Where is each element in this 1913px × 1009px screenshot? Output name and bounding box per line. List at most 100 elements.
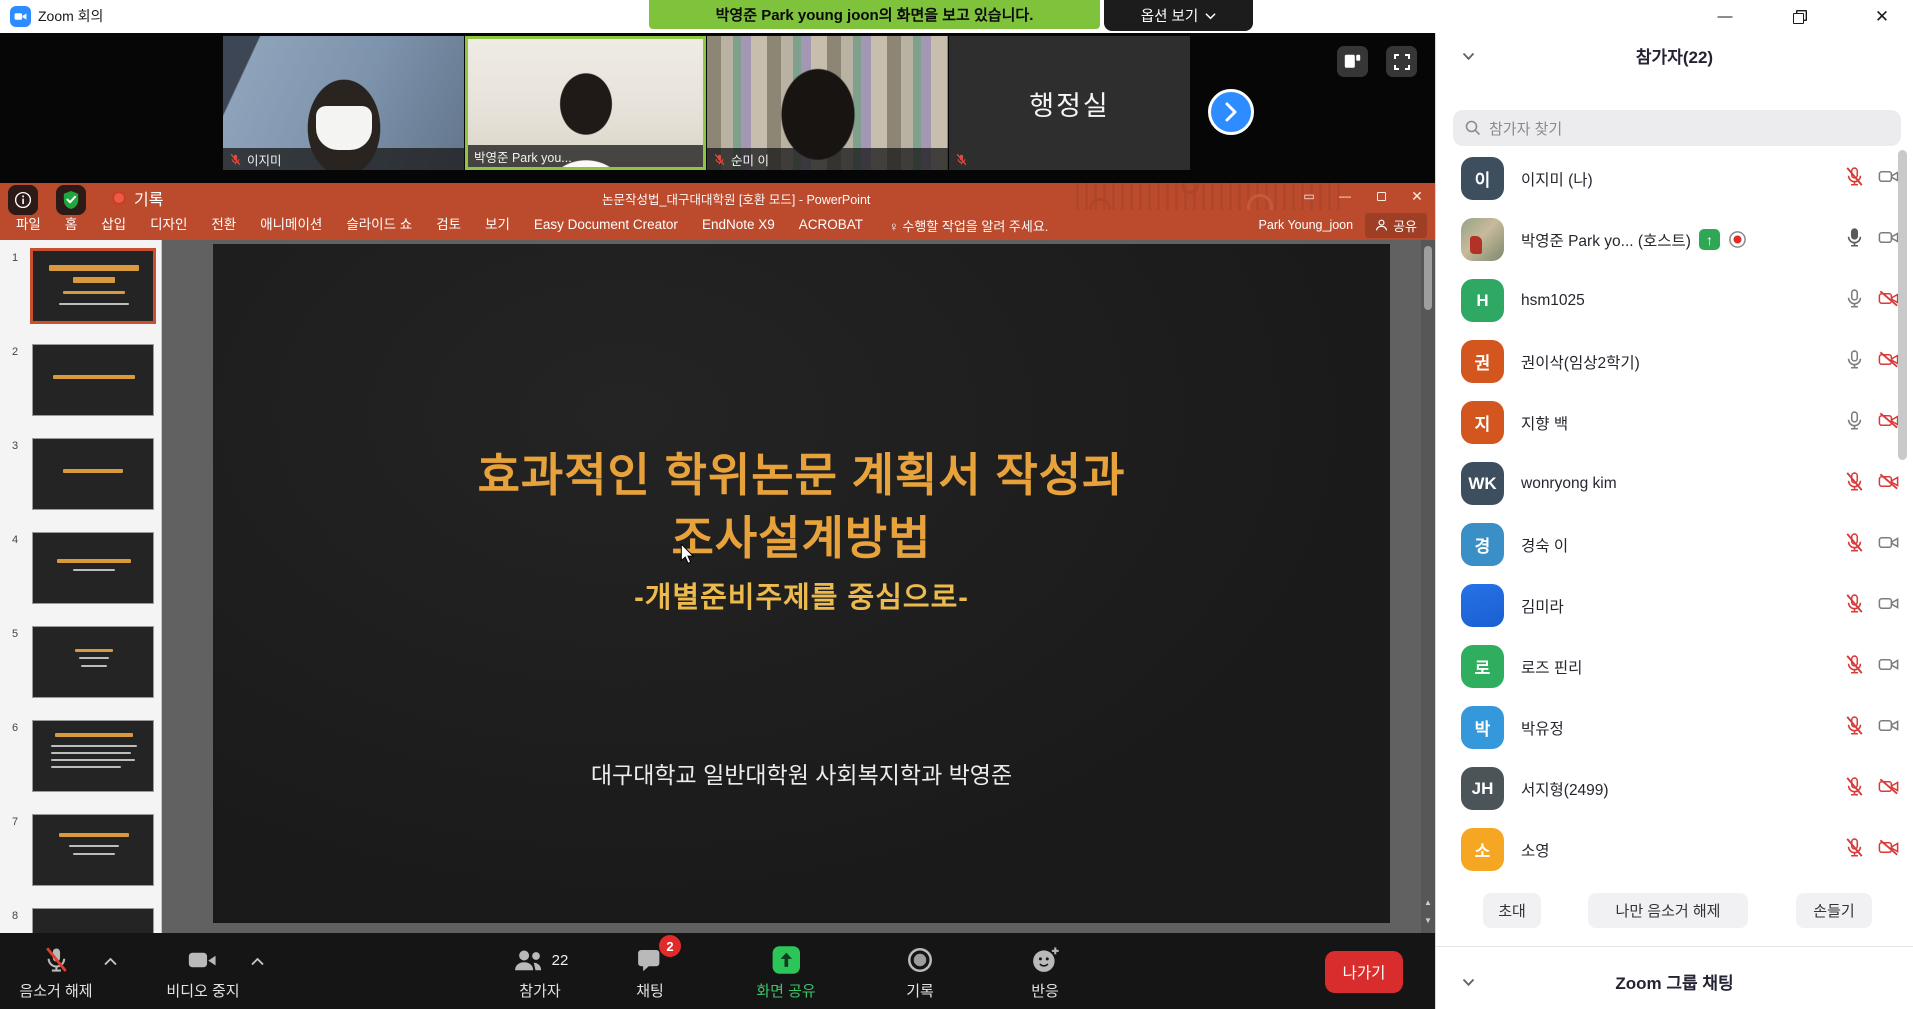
toolbar-participants-button[interactable]: 22참가자 [512, 933, 569, 1009]
camera-off-icon[interactable] [1877, 470, 1900, 498]
video-tile-4[interactable]: 행정실 [949, 36, 1190, 170]
muted-mic-icon[interactable] [1843, 714, 1866, 742]
video-tile-3[interactable]: 순미 이 [707, 36, 948, 170]
muted-mic-icon[interactable] [1843, 592, 1866, 620]
tell-me-box[interactable]: ♀ 수행할 작업을 알려 주세요. [875, 216, 1062, 235]
participant-row[interactable]: Hhsm1025 [1436, 270, 1913, 331]
ppt-restore-icon[interactable] [1364, 183, 1398, 209]
mic-icon[interactable] [1843, 409, 1866, 437]
participant-row[interactable]: 경경숙 이 [1436, 514, 1913, 575]
camera-icon[interactable] [1877, 592, 1900, 620]
slide-thumbnail-5[interactable] [32, 626, 154, 698]
slide-thumbnail-6[interactable] [32, 720, 154, 792]
next-videos-button[interactable] [1208, 89, 1254, 135]
fullscreen-icon[interactable] [1386, 46, 1417, 77]
ribbon-tab-슬라이드-쇼[interactable]: 슬라이드 쇼 [334, 210, 424, 240]
camera-off-icon[interactable] [1877, 348, 1900, 376]
camera-off-icon[interactable] [1877, 775, 1900, 803]
restore-button[interactable] [1778, 0, 1818, 33]
toolbar-video-button[interactable]: 비디오 중지 [166, 933, 239, 1009]
participants-scrollbar[interactable] [1898, 150, 1907, 460]
minimize-button[interactable]: — [1705, 0, 1745, 33]
camera-icon[interactable] [1877, 714, 1900, 742]
mic-icon[interactable] [1843, 226, 1866, 254]
participant-row[interactable]: 박영준 Park yo... (호스트)↑ [1436, 209, 1913, 270]
muted-mic-icon[interactable] [1843, 531, 1866, 559]
participant-row[interactable]: 지지향 백 [1436, 392, 1913, 453]
participant-row[interactable]: 권권이삭(임상2학기) [1436, 331, 1913, 392]
participant-row[interactable]: 이이지미 (나) [1436, 148, 1913, 209]
participant-name: 서지형(2499) [1521, 758, 1609, 819]
camera-icon[interactable] [1877, 165, 1900, 193]
next-slide-icon[interactable]: ▼ [1421, 916, 1435, 925]
ppt-close-icon[interactable]: ✕ [1400, 183, 1434, 209]
leave-meeting-button[interactable]: 나가기 [1325, 951, 1403, 993]
toolbar-reactions-button[interactable]: 반응 [1029, 933, 1061, 1009]
security-shield-icon[interactable] [56, 185, 86, 215]
mic-icon[interactable] [1843, 348, 1866, 376]
chevron-right-icon [1222, 101, 1240, 123]
avatar [1461, 584, 1504, 627]
muted-mic-icon[interactable] [1843, 165, 1866, 193]
ppt-scrollbar[interactable]: ▲ ▼ [1421, 240, 1435, 933]
gallery-view-icon[interactable] [1337, 46, 1368, 77]
camera-off-icon[interactable] [1877, 287, 1900, 315]
participant-row[interactable]: 소소영 [1436, 819, 1913, 880]
slide-thumbnail-8[interactable] [32, 908, 154, 933]
slide-thumbnail-7[interactable] [32, 814, 154, 886]
scrollbar-thumb[interactable] [1424, 246, 1432, 310]
participant-row[interactable]: WKwonryong kim [1436, 453, 1913, 514]
toolbar-mute-button[interactable]: 음소거 해제 [19, 933, 92, 1009]
toolbar-mute-caret[interactable] [103, 953, 118, 971]
raise-hand-button[interactable]: 손들기 [1796, 893, 1872, 928]
participant-row[interactable]: 박박유정 [1436, 697, 1913, 758]
ppt-minimize-icon[interactable]: — [1328, 183, 1362, 209]
close-button[interactable]: ✕ [1862, 0, 1902, 33]
participant-row[interactable]: 김미라 [1436, 575, 1913, 636]
toolbar-chat-button[interactable]: 2채팅 [635, 933, 665, 1009]
chat-badge: 2 [659, 935, 681, 957]
ribbon-tab-검토[interactable]: 검토 [424, 210, 473, 240]
view-options-button[interactable]: 옵션 보기 [1104, 0, 1253, 31]
participant-search-input[interactable]: 참가자 찾기 [1453, 110, 1901, 146]
panel-divider [1436, 946, 1913, 947]
video-tile-1[interactable]: 이지미 [223, 36, 464, 170]
tile-label: 순미 이 [707, 148, 948, 170]
camera-icon[interactable] [1877, 653, 1900, 681]
ppt-ribbon-options-icon[interactable]: ▭ [1292, 183, 1326, 209]
camera-off-icon[interactable] [1877, 836, 1900, 864]
muted-mic-icon[interactable] [1843, 470, 1866, 498]
muted-mic-icon[interactable] [1843, 653, 1866, 681]
toolbar-video-caret[interactable] [250, 953, 265, 971]
participant-row[interactable]: JH서지형(2499) [1436, 758, 1913, 819]
video-tile-2[interactable]: 박영준 Park you... [465, 36, 706, 170]
participant-row[interactable]: 로로즈 핀리 [1436, 636, 1913, 697]
reactions-icon [1029, 944, 1061, 976]
toolbar-share-button[interactable]: 화면 공유 [756, 933, 815, 1009]
ppt-share-button[interactable]: 공유 [1365, 213, 1427, 238]
mic-icon[interactable] [1843, 287, 1866, 315]
camera-icon[interactable] [1877, 531, 1900, 559]
slide-thumbnail-4[interactable] [32, 532, 154, 604]
camera-icon[interactable] [1877, 226, 1900, 254]
slide-thumbnail-1[interactable] [32, 250, 154, 322]
ribbon-tab-endnote-x9[interactable]: EndNote X9 [690, 210, 787, 240]
unmute-me-button[interactable]: 나만 음소거 해제 [1588, 893, 1748, 928]
meeting-info-icon[interactable] [8, 185, 38, 215]
muted-mic-icon [955, 153, 968, 166]
slide-thumbnail-3[interactable] [32, 438, 154, 510]
ribbon-tab-acrobat[interactable]: ACROBAT [787, 210, 875, 240]
ribbon-tab-디자인[interactable]: 디자인 [138, 210, 199, 240]
camera-off-icon[interactable] [1877, 409, 1900, 437]
toolbar-record-button[interactable]: 기록 [905, 933, 935, 1009]
slide-thumbnail-2[interactable] [32, 344, 154, 416]
ribbon-tab-easy-document-creator[interactable]: Easy Document Creator [522, 210, 690, 240]
muted-mic-icon[interactable] [1843, 775, 1866, 803]
invite-button[interactable]: 초대 [1483, 893, 1541, 928]
ribbon-tab-보기[interactable]: 보기 [473, 210, 522, 240]
prev-slide-icon[interactable]: ▲ [1421, 898, 1435, 907]
ribbon-tab-삽입[interactable]: 삽입 [89, 210, 138, 240]
ribbon-tab-애니메이션[interactable]: 애니메이션 [248, 210, 334, 240]
ribbon-tab-전환[interactable]: 전환 [199, 210, 248, 240]
muted-mic-icon[interactable] [1843, 836, 1866, 864]
